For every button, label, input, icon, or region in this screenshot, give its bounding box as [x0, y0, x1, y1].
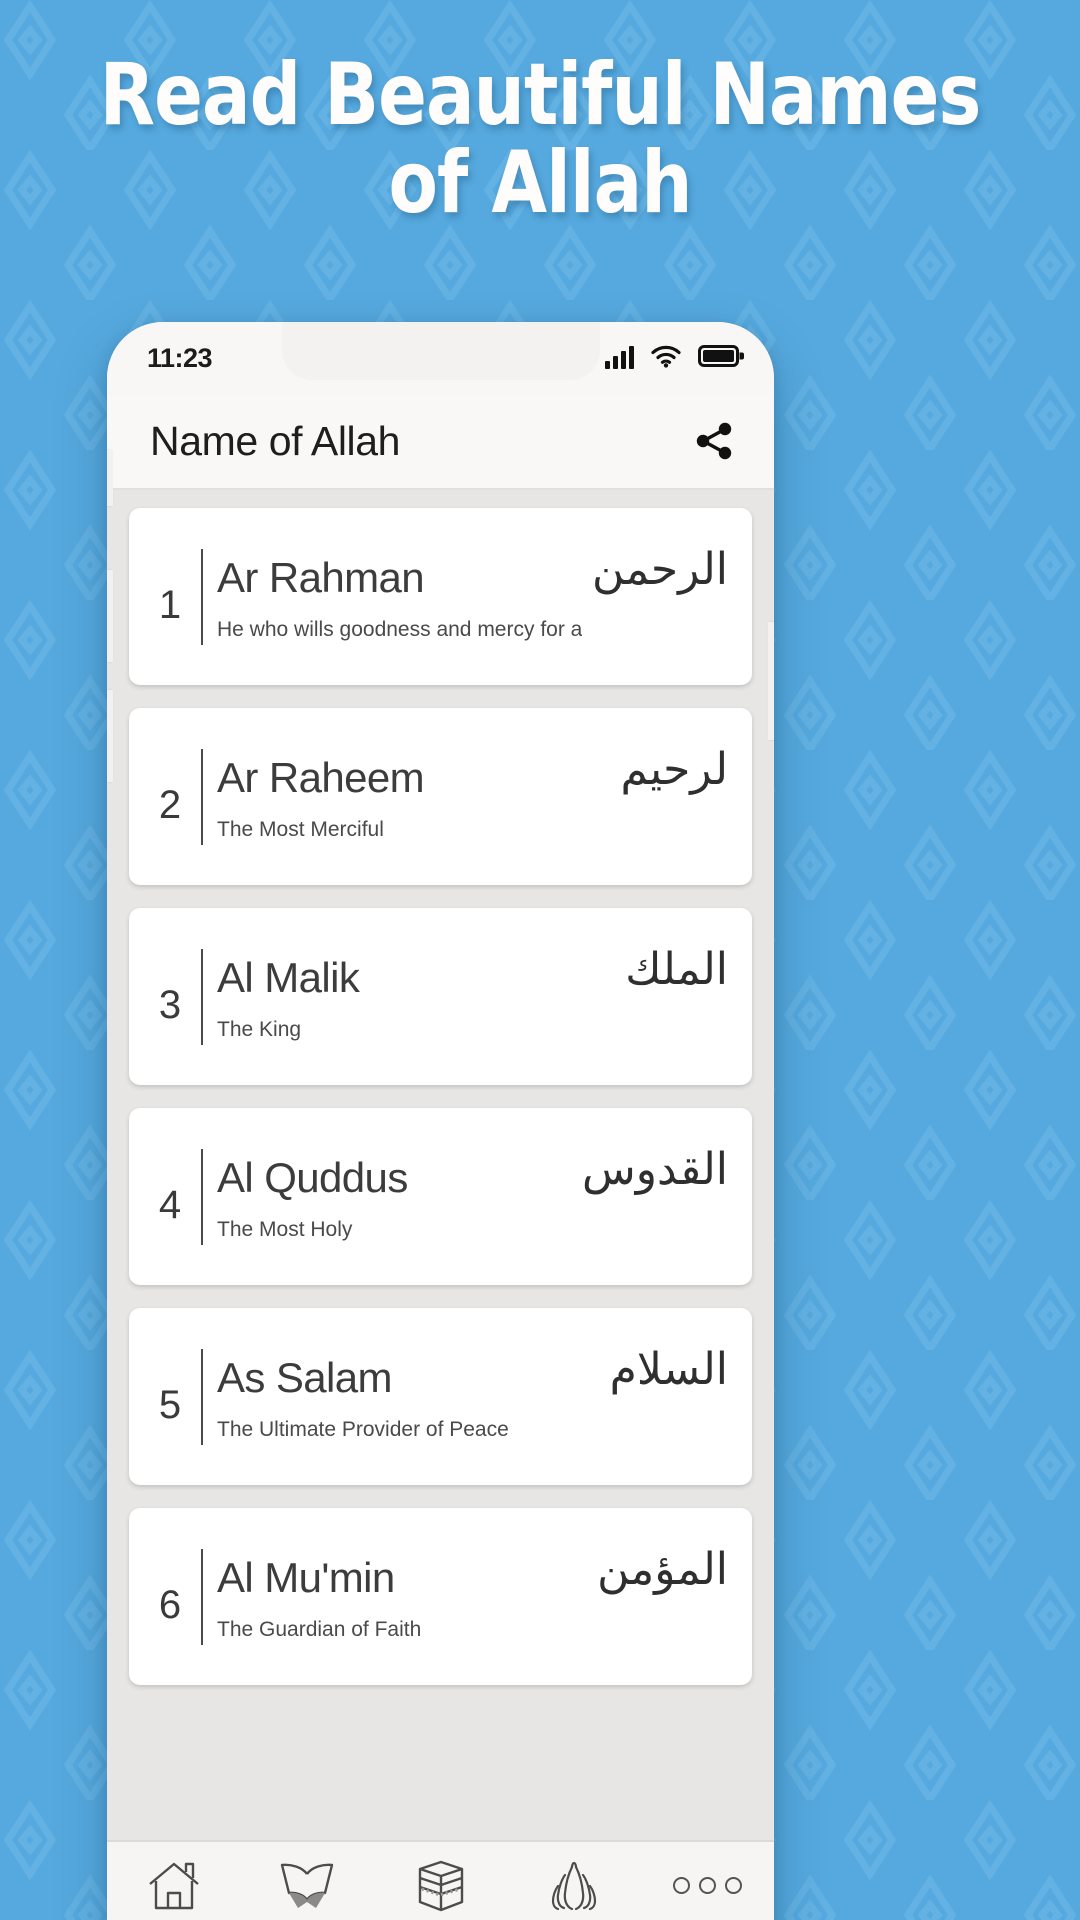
promo-headline: Read Beautiful Names of Allah: [38, 51, 1042, 233]
list-item[interactable]: 4 Al Quddus The Most Holy القدوس: [129, 1108, 752, 1285]
item-number: 6: [158, 1583, 182, 1627]
phone-volume-down-button[interactable]: [107, 690, 113, 782]
item-divider: [201, 1348, 203, 1445]
battery-full-icon: [698, 344, 744, 373]
item-arabic-name: السلام: [609, 1344, 728, 1395]
more-dots-icon: [672, 1858, 742, 1914]
phone-power-button[interactable]: [768, 622, 774, 740]
list-item[interactable]: 3 Al Malik The King الملك: [129, 908, 752, 1085]
list-item[interactable]: 6 Al Mu'min The Guardian of Faith المؤمن: [129, 1508, 752, 1685]
headline-line-1: Read Beautiful Names: [99, 45, 982, 145]
kaaba-icon: [415, 1858, 467, 1914]
item-divider: [201, 1548, 203, 1645]
praying-hands-icon: [545, 1858, 603, 1914]
item-divider: [201, 748, 203, 845]
share-icon[interactable]: [690, 417, 738, 465]
headline-line-2: of Allah: [388, 132, 692, 233]
item-arabic-name: المؤمن: [597, 1544, 728, 1595]
item-name: Al Quddus: [217, 1153, 408, 1201]
open-book-icon: [278, 1858, 336, 1914]
nav-item-more[interactable]: More: [641, 1858, 774, 1920]
page-title: Name of Allah: [150, 417, 401, 464]
nav-item-qibla[interactable]: Qibla: [374, 1858, 507, 1920]
item-arabic-name: القدوس: [582, 1144, 728, 1195]
nav-item-duas[interactable]: Dua's: [507, 1858, 640, 1920]
list-item[interactable]: 2 Ar Raheem The Most Merciful لرحيم: [129, 708, 752, 885]
item-description: The Ultimate Provider of Peace: [217, 1418, 509, 1442]
wifi-icon: [650, 344, 682, 373]
item-number: 3: [158, 983, 182, 1027]
phone-volume-up-button[interactable]: [107, 570, 113, 662]
promo-banner: Read Beautiful Names of Allah 11:23 Name…: [0, 0, 1080, 1920]
item-name: As Salam: [217, 1353, 393, 1401]
item-description: The King: [217, 1018, 302, 1042]
item-name: Al Mu'min: [217, 1553, 395, 1601]
status-clock: 11:23: [147, 342, 213, 373]
status-icons: [605, 344, 744, 373]
item-divider: [201, 1148, 203, 1245]
item-arabic-name: لرحيم: [620, 744, 728, 795]
nav-item-quran[interactable]: Quran: [240, 1858, 373, 1920]
item-number: 2: [158, 783, 182, 827]
nav-item-home[interactable]: Home: [107, 1858, 240, 1920]
signal-bars-icon: [605, 346, 634, 369]
item-description: He who wills goodness and mercy for all …: [217, 618, 582, 642]
item-name: Al Malik: [217, 953, 360, 1001]
item-description: The Guardian of Faith: [217, 1618, 422, 1642]
item-description: The Most Merciful: [217, 818, 384, 842]
item-number: 4: [158, 1183, 182, 1227]
phone-mockup: 11:23 Name of Allah 1 Ar Rahman He who w…: [107, 322, 774, 1920]
home-icon: [146, 1858, 202, 1914]
item-arabic-name: الملك: [625, 944, 728, 995]
phone-notch: [281, 322, 600, 380]
names-list[interactable]: 1 Ar Rahman He who wills goodness and me…: [107, 490, 774, 1840]
item-number: 5: [158, 1383, 182, 1427]
bottom-navigation: Home Quran: [107, 1840, 774, 1920]
item-number: 1: [158, 583, 182, 627]
item-divider: [201, 548, 203, 645]
item-name: Ar Rahman: [217, 553, 425, 601]
item-description: The Most Holy: [217, 1218, 353, 1242]
item-name: Ar Raheem: [217, 753, 425, 801]
status-bar: 11:23: [107, 322, 774, 394]
list-item[interactable]: 5 As Salam The Ultimate Provider of Peac…: [129, 1308, 752, 1485]
item-arabic-name: الرحمن: [591, 544, 728, 595]
list-item[interactable]: 1 Ar Rahman He who wills goodness and me…: [129, 508, 752, 685]
item-divider: [201, 948, 203, 1045]
phone-mute-button[interactable]: [107, 450, 113, 506]
app-bar: Name of Allah: [107, 394, 774, 490]
